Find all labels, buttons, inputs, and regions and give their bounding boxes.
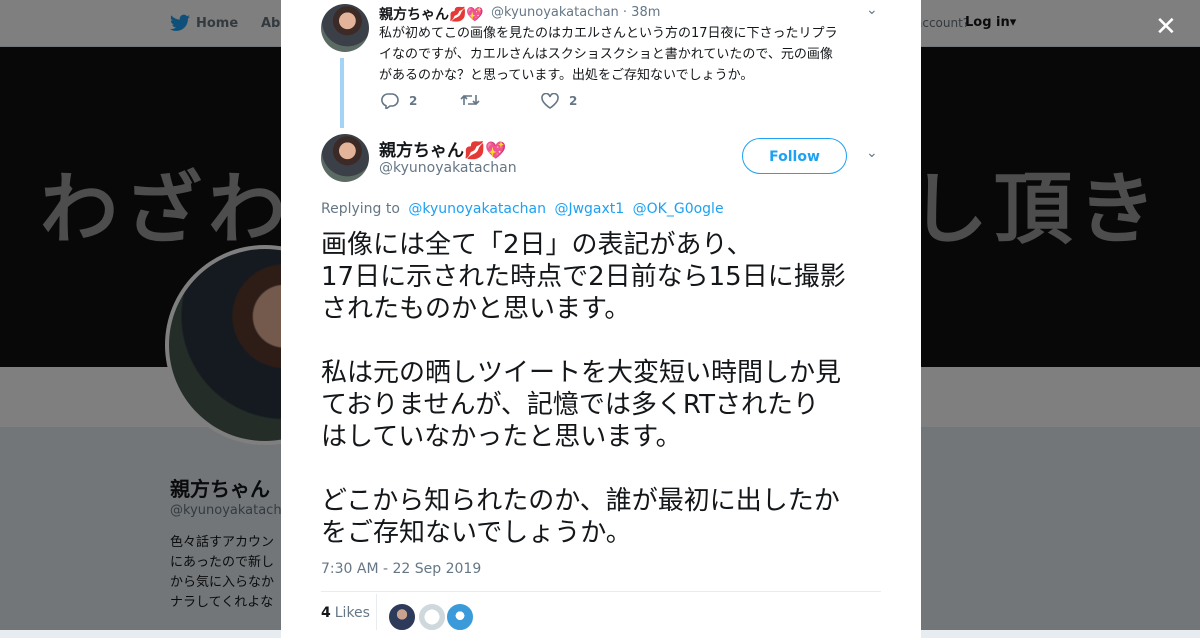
tweet-line: はしていなかったと思います。 xyxy=(321,422,682,452)
parent-tweet-text: 私が初めてこの画像を見たのはカエルさんという方の17日夜に下さったリプラ イなの… xyxy=(379,23,879,86)
author-avatar[interactable] xyxy=(321,134,369,182)
chevron-down-icon[interactable]: ⌄ xyxy=(866,2,878,18)
retweet-button[interactable] xyxy=(460,93,490,107)
tweet-line: されたものかと思います。 xyxy=(321,294,631,324)
replying-to: Replying to @kyunoyakatachan @Jwgaxt1 @O… xyxy=(321,201,724,217)
author-handle[interactable]: @kyunoyakatachan xyxy=(379,160,517,176)
tweet-line: ておりませんが、記憶では多くRTされたり xyxy=(321,390,819,420)
tweet-line: をご存知ないでしょうか。 xyxy=(321,518,632,548)
mention-link[interactable]: @Jwgaxt1 xyxy=(554,201,624,217)
close-icon[interactable]: ✕ xyxy=(1155,12,1177,42)
reply-count: 2 xyxy=(409,94,418,108)
likes-stat[interactable]: 4 Likes xyxy=(321,605,370,621)
retweet-icon xyxy=(460,94,480,106)
parent-time[interactable]: · 38m xyxy=(623,5,660,20)
tweet-line: 17日に示された時点で2日前なら15日に撮影 xyxy=(321,262,846,292)
stat-separator xyxy=(376,594,377,630)
heart-icon xyxy=(541,93,559,109)
tweet-text: 画像には全て「2日」の表記があり、 17日に示された時点で2日前なら15日に撮影… xyxy=(321,229,901,549)
author-name[interactable]: 親方ちゃん💋💖 xyxy=(379,136,506,161)
like-button[interactable]: 2 xyxy=(541,93,577,109)
parent-author-handle[interactable]: @kyunoyakatachan · 38m xyxy=(491,5,660,20)
liker-avatar[interactable] xyxy=(417,602,447,632)
reply-icon xyxy=(381,93,399,109)
parent-author-name[interactable]: 親方ちゃん💋💖 xyxy=(379,4,484,24)
divider xyxy=(321,591,881,592)
chevron-down-icon[interactable]: ⌄ xyxy=(866,145,878,161)
like-count: 2 xyxy=(569,94,578,108)
replying-prefix: Replying to xyxy=(321,201,400,217)
liker-avatar[interactable] xyxy=(445,602,475,632)
parent-text-line: があるのかな？と思っています。出処をご存知ないでしょうか。 xyxy=(379,68,754,83)
mention-link[interactable]: @OK_G0ogle xyxy=(633,201,724,217)
parent-handle-text: @kyunoyakatachan xyxy=(491,5,619,20)
follow-button[interactable]: Follow xyxy=(742,138,847,174)
parent-avatar[interactable] xyxy=(321,4,369,52)
parent-text-line: 私が初めてこの画像を見たのはカエルさんという方の17日夜に下さったリプラ xyxy=(379,26,838,41)
tweet-line: 画像には全て「2日」の表記があり、 xyxy=(321,230,753,260)
parent-text-line: イなのですが、カエルさんはスクショスクショと書かれていたので、元の画像 xyxy=(379,47,833,62)
likes-count: 4 xyxy=(321,605,331,621)
tweet-timestamp[interactable]: 7:30 AM - 22 Sep 2019 xyxy=(321,561,481,577)
reply-button[interactable]: 2 xyxy=(381,93,417,109)
likes-label: Likes xyxy=(334,605,370,621)
tweet-line: 私は元の晒しツイートを大変短い時間しか見 xyxy=(321,358,842,388)
liker-avatar[interactable] xyxy=(387,602,417,632)
thread-line xyxy=(340,58,344,128)
tweet-line: どこから知られたのか、誰が最初に出したか xyxy=(321,486,840,516)
mention-link[interactable]: @kyunoyakatachan xyxy=(408,201,546,217)
